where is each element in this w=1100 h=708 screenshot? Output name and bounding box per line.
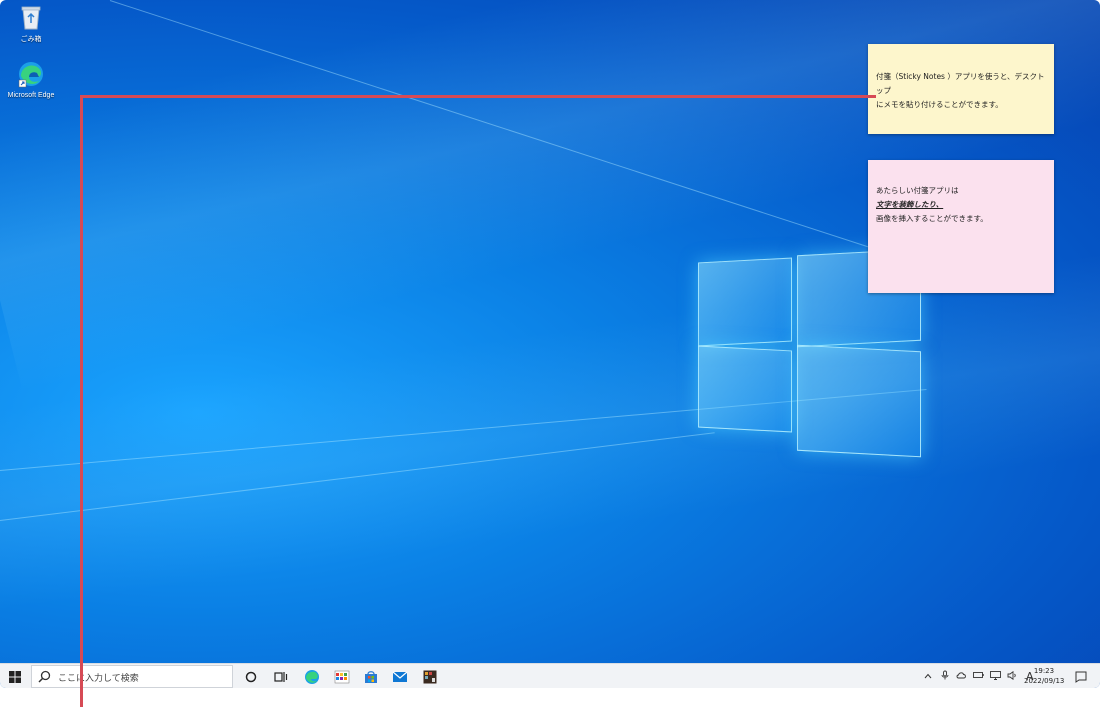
- note-line: 画像を挿入することができます。: [876, 214, 988, 223]
- cloud-icon[interactable]: [956, 671, 967, 682]
- chevron-up-icon[interactable]: [924, 672, 932, 682]
- recycle-bin-icon: [6, 4, 56, 32]
- desktop: ごみ箱 Microsoft Edge 付箋（Sticky Notes ）アプリを…: [0, 0, 1100, 688]
- note-line: にメモを貼り付けることができます。: [876, 100, 1003, 109]
- search-box[interactable]: ここに入力して検索: [31, 665, 233, 688]
- callout-line: [80, 95, 876, 98]
- note-text[interactable]: 付箋（Sticky Notes ）アプリを使うと、デスクトップ にメモを貼り付け…: [876, 70, 1048, 112]
- store-icon: [365, 671, 377, 683]
- system-tray: A: [924, 664, 1034, 688]
- task-view-button[interactable]: [271, 667, 291, 687]
- mail-icon: [392, 671, 408, 682]
- cortana-button[interactable]: [241, 667, 261, 687]
- mic-icon[interactable]: [940, 670, 950, 683]
- search-placeholder: ここに入力して検索: [58, 674, 139, 684]
- start-button[interactable]: [8, 669, 24, 685]
- recycle-bin-label: ごみ箱: [20, 36, 42, 43]
- note-line: 付箋（Sticky Notes ）アプリを使うと、デスクトップ: [876, 72, 1045, 95]
- callout-line: [80, 95, 83, 707]
- clock-date: 2022/09/13: [1024, 677, 1065, 685]
- recycle-bin-shortcut[interactable]: ごみ箱: [6, 4, 56, 44]
- volume-icon[interactable]: [1007, 670, 1018, 683]
- paint-button[interactable]: [332, 667, 352, 687]
- edge-icon: [6, 60, 56, 90]
- app-button[interactable]: [420, 667, 440, 687]
- edge-icon: [305, 670, 319, 684]
- notification-icon: [1075, 671, 1087, 683]
- sticky-note-yellow[interactable]: 付箋（Sticky Notes ）アプリを使うと、デスクトップ にメモを貼り付け…: [868, 44, 1054, 134]
- notification-button[interactable]: [1071, 667, 1091, 687]
- taskbar: ここに入力して検索 A 19:23 2022/09/13: [0, 663, 1100, 688]
- clock-time: 19:23: [1033, 667, 1055, 675]
- mail-button[interactable]: [390, 667, 410, 687]
- store-button[interactable]: [361, 667, 381, 687]
- app-icon: [423, 670, 437, 684]
- edge-shortcut[interactable]: Microsoft Edge: [6, 60, 56, 99]
- search-icon: [38, 670, 51, 683]
- note-formatted-line: 文字を装飾したり、: [876, 200, 944, 209]
- paint-icon: [334, 670, 350, 684]
- edge-label: Microsoft Edge: [7, 92, 55, 99]
- clock[interactable]: 19:23 2022/09/13: [1024, 666, 1064, 686]
- sticky-note-pink[interactable]: あたらしい付箋アプリは 文字を装飾したり、 画像を挿入することができます。: [868, 160, 1054, 293]
- note-text[interactable]: あたらしい付箋アプリは 文字を装飾したり、 画像を挿入することができます。: [876, 184, 1048, 226]
- battery-icon[interactable]: [973, 671, 984, 682]
- task-view-icon: [274, 672, 288, 682]
- note-line: あたらしい付箋アプリは: [876, 186, 959, 195]
- cortana-icon: [245, 671, 257, 683]
- network-icon[interactable]: [990, 670, 1001, 683]
- windows-icon: [9, 671, 21, 683]
- edge-taskbar-button[interactable]: [302, 667, 322, 687]
